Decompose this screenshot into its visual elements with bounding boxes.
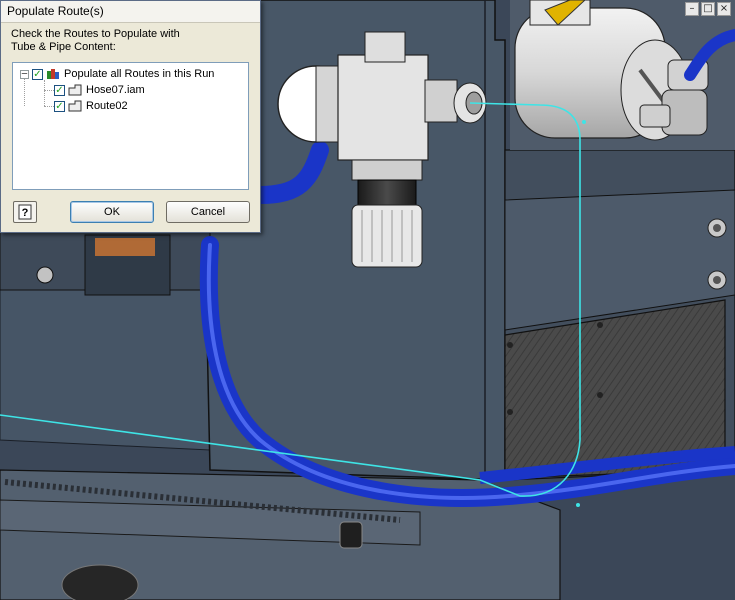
ok-button[interactable]: OK (70, 201, 154, 223)
tree-item-run[interactable]: – ✓ Populate all Routes in this Run (20, 66, 214, 82)
hose07-checkbox[interactable]: ✓ (54, 84, 65, 96)
dialog-instruction: Check the Routes to Populate with Tube &… (11, 28, 180, 53)
collapse-icon[interactable]: – (20, 69, 29, 79)
help-button[interactable]: ? (13, 201, 37, 223)
run-icon (47, 69, 59, 79)
close-icon[interactable]: × (717, 2, 731, 16)
minimize-icon[interactable]: – (685, 2, 699, 16)
route-icon (68, 100, 82, 112)
restore-icon[interactable]: □ (701, 2, 715, 16)
route02-checkbox[interactable]: ✓ (54, 100, 65, 112)
tree-item-label: Route02 (86, 100, 128, 112)
leveling-foot (61, 564, 139, 600)
populate-all-checkbox[interactable]: ✓ (32, 68, 43, 80)
window-controls: – □ × (685, 2, 731, 16)
svg-text:?: ? (22, 207, 29, 219)
base-plate-left (0, 289, 211, 451)
cancel-button[interactable]: Cancel (166, 201, 250, 223)
screw-head (339, 521, 363, 549)
dialog-title[interactable]: Populate Route(s) (1, 1, 260, 23)
orange-part (95, 238, 155, 256)
help-icon: ? (18, 204, 32, 220)
tree-item-label: Hose07.iam (86, 84, 145, 96)
tree-item-route02[interactable]: ✓ Route02 (54, 98, 128, 114)
route-tree[interactable]: – ✓ Populate all Routes in this Run ✓ Ho… (12, 62, 249, 190)
tree-item-hose07[interactable]: ✓ Hose07.iam (54, 82, 145, 98)
route-icon (68, 84, 82, 96)
tree-item-label: Populate all Routes in this Run (64, 68, 215, 80)
populate-routes-dialog: Populate Route(s) Check the Routes to Po… (0, 0, 261, 233)
